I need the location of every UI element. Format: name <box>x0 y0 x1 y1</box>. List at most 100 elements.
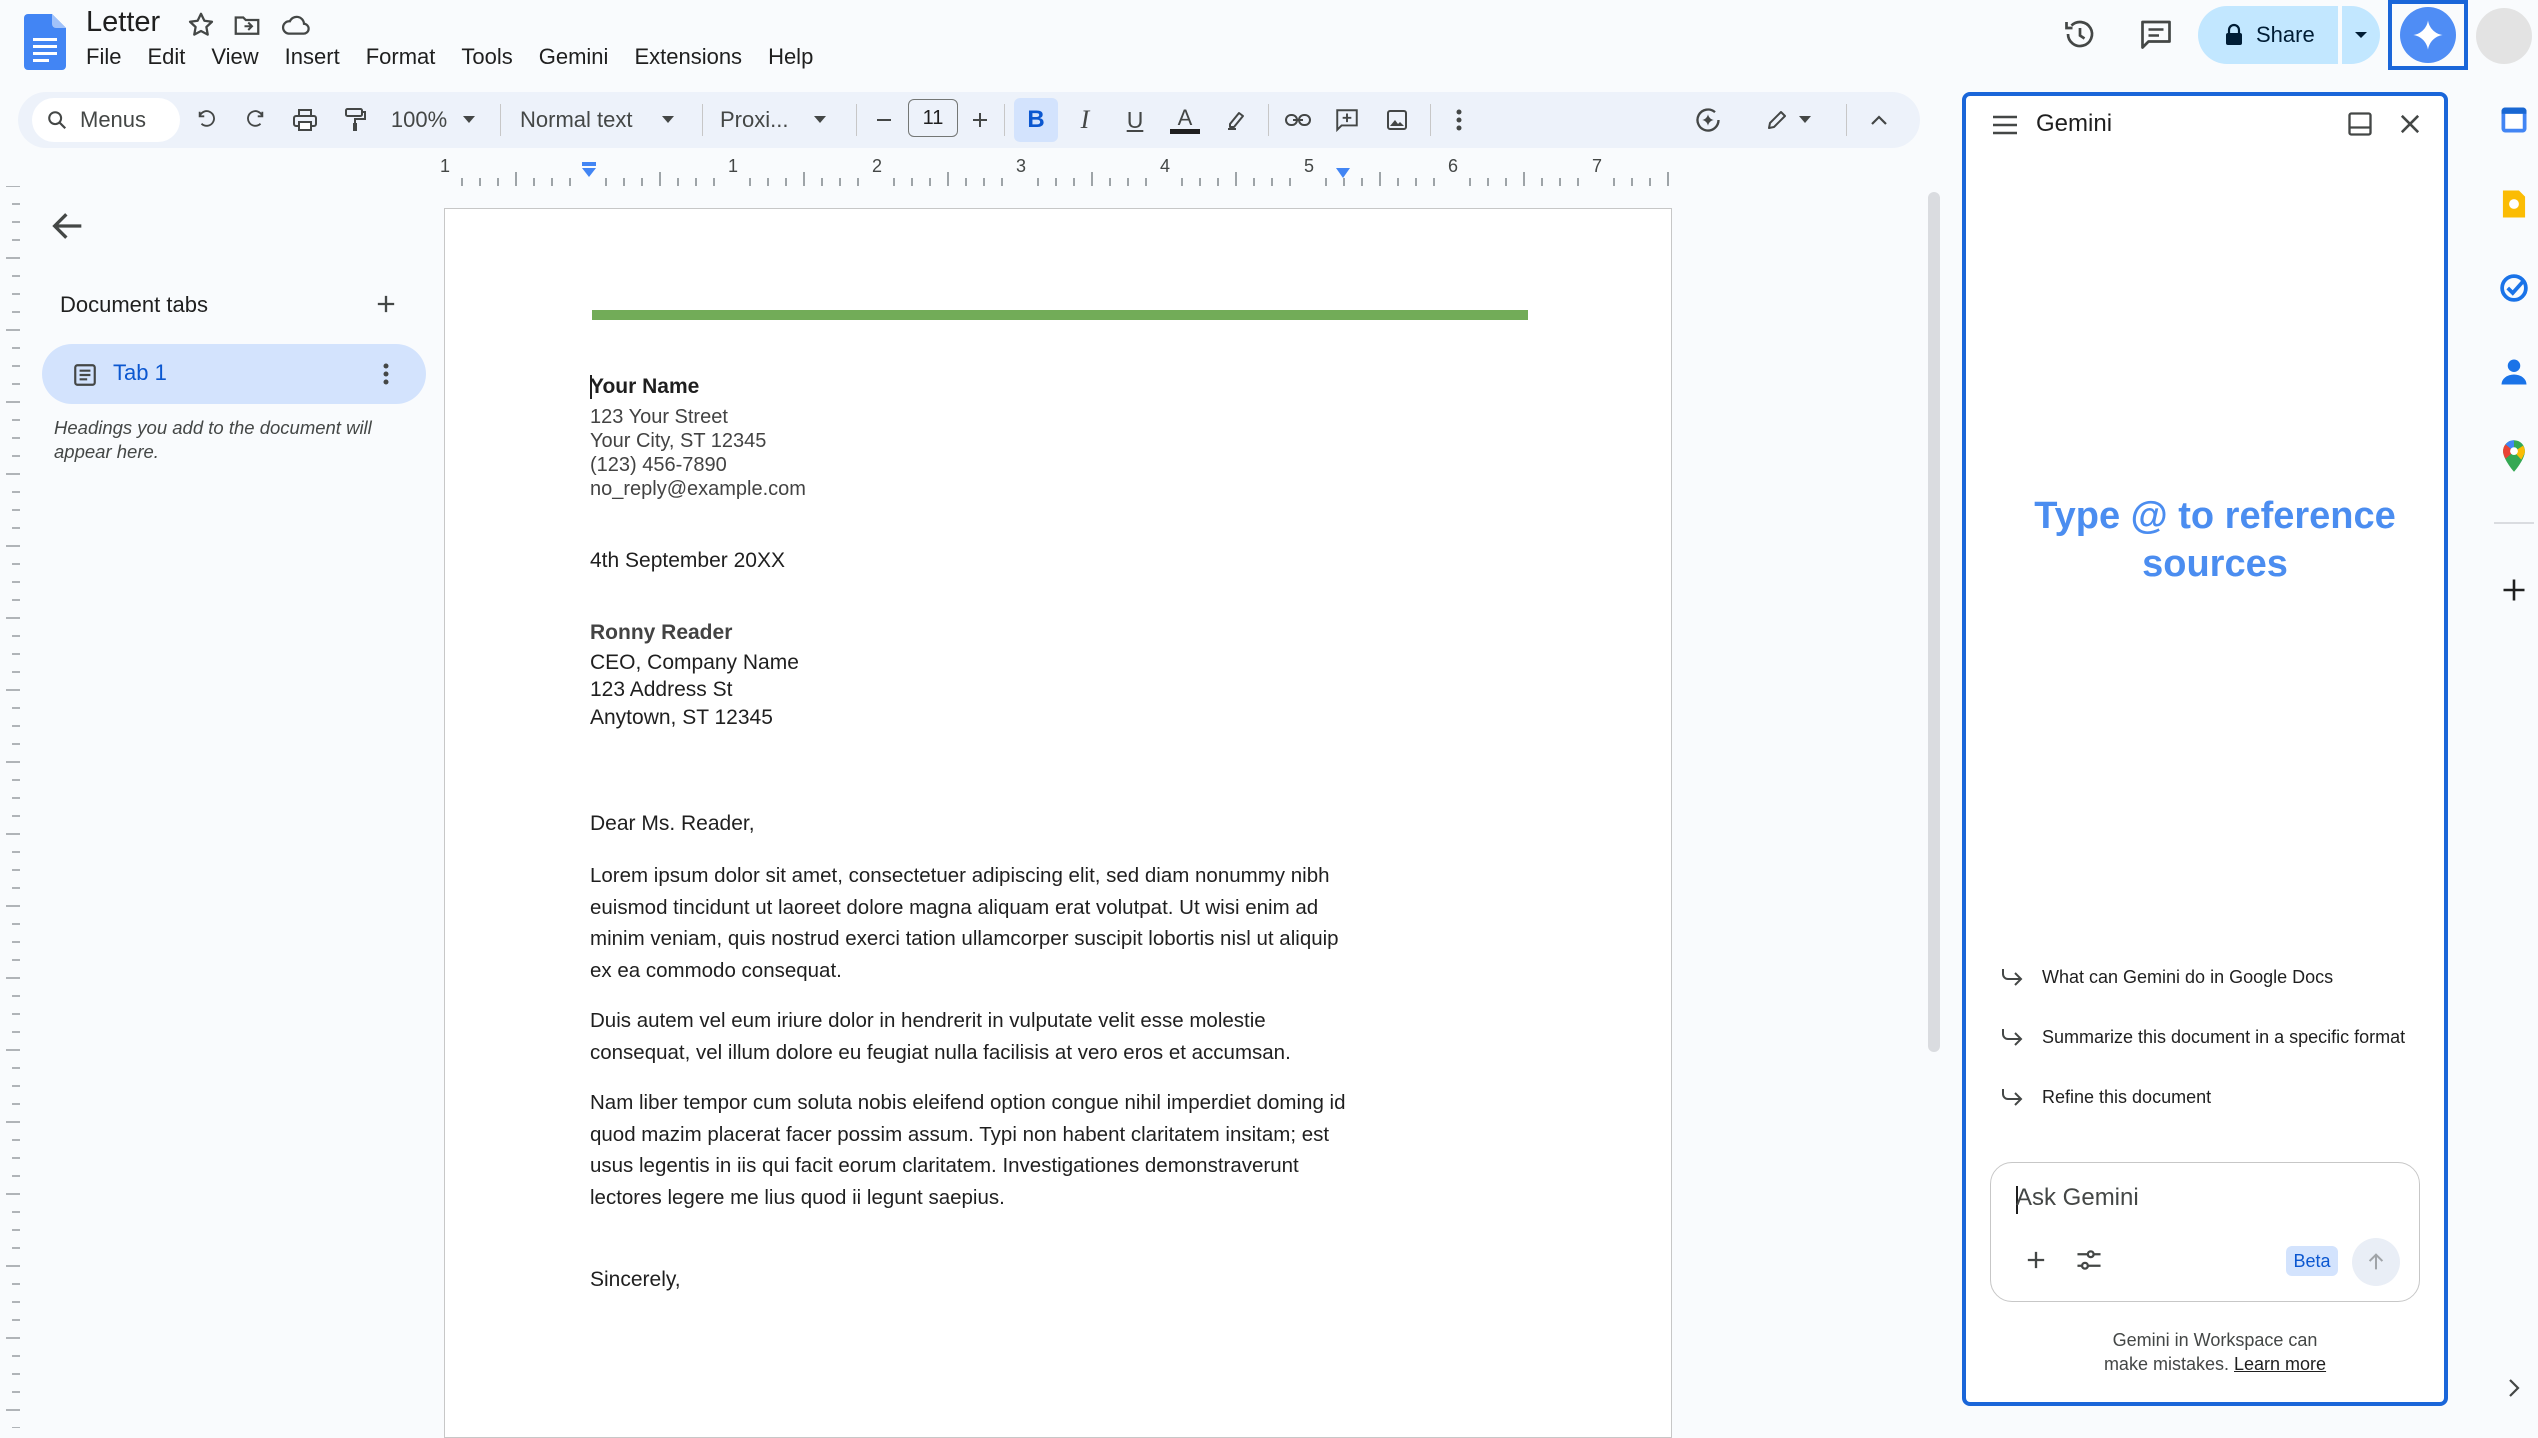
document-title[interactable]: Letter <box>86 6 160 39</box>
collapse-toolbar-icon[interactable] <box>1862 100 1896 140</box>
font-size-input[interactable]: 11 <box>908 99 958 137</box>
sender-name[interactable]: Your Name <box>590 375 699 399</box>
redo-icon[interactable] <box>240 100 270 140</box>
underline-button[interactable]: U <box>1120 100 1150 140</box>
gemini-toggle-button[interactable] <box>2388 0 2468 70</box>
tools-sliders-icon[interactable] <box>2074 1246 2104 1274</box>
right-indent-marker[interactable] <box>1334 168 1352 180</box>
share-button[interactable]: Share <box>2198 6 2338 64</box>
menu-extensions[interactable]: Extensions <box>634 44 742 70</box>
zoom-select[interactable]: 100% <box>388 100 478 140</box>
gemini-suggestion[interactable]: Refine this document <box>2000 1082 2211 1112</box>
calendar-icon[interactable] <box>2496 102 2532 138</box>
bold-button[interactable]: B <box>1014 98 1058 142</box>
hamburger-menu-icon[interactable] <box>1990 112 2022 140</box>
search-menus-button[interactable]: Menus <box>32 98 180 142</box>
paint-format-icon[interactable] <box>338 100 372 140</box>
version-history-icon[interactable] <box>2058 12 2102 56</box>
back-arrow-icon[interactable] <box>48 206 88 246</box>
left-indent-marker[interactable] <box>580 162 598 178</box>
paragraph-style-select[interactable]: Normal text <box>520 100 690 140</box>
highlight-color-icon[interactable] <box>1220 100 1252 140</box>
show-side-panel-icon[interactable] <box>2496 1370 2532 1406</box>
menu-insert[interactable]: Insert <box>285 44 340 70</box>
sender-city[interactable]: Your City, ST 12345 <box>590 429 766 453</box>
document-scrollbar[interactable] <box>1928 192 1940 1052</box>
ruler-label: 7 <box>1592 156 1603 176</box>
menu-edit[interactable]: Edit <box>147 44 185 70</box>
recipient-street[interactable]: 123 Address St <box>590 678 732 702</box>
menu-gemini[interactable]: Gemini <box>539 44 609 70</box>
maps-icon[interactable] <box>2496 438 2532 474</box>
share-dropdown-button[interactable] <box>2342 6 2380 64</box>
menu-file[interactable]: File <box>86 44 121 70</box>
get-add-ons-icon[interactable] <box>2496 572 2532 608</box>
italic-button[interactable]: I <box>1070 100 1100 140</box>
letter-date[interactable]: 4th September 20XX <box>590 549 785 573</box>
ruler-label: 5 <box>1304 156 1315 176</box>
caret-down-icon <box>662 116 675 124</box>
document-tabs-title: Document tabs <box>60 292 208 317</box>
editing-mode-select[interactable] <box>1756 100 1820 140</box>
sender-street[interactable]: 123 Your Street <box>590 405 728 429</box>
disclaimer-line: Gemini in Workspace can <box>2112 1330 2318 1350</box>
tab-item-tab1[interactable] <box>42 344 426 404</box>
recipient-title[interactable]: CEO, Company Name <box>590 651 799 675</box>
font-family-select[interactable]: Proxi... <box>720 100 840 140</box>
more-options-icon[interactable] <box>1444 100 1474 140</box>
vertical-ruler[interactable] <box>0 186 20 1428</box>
menu-help[interactable]: Help <box>768 44 813 70</box>
close-icon[interactable] <box>2396 110 2426 140</box>
pencil-icon <box>1765 108 1789 132</box>
sender-phone[interactable]: (123) 456-7890 <box>590 453 727 477</box>
add-comment-icon[interactable] <box>1330 100 1364 140</box>
gemini-suggestion[interactable]: Summarize this document in a specific fo… <box>2000 1022 2405 1052</box>
add-attachment-icon[interactable] <box>2022 1246 2050 1274</box>
salutation[interactable]: Dear Ms. Reader, <box>590 812 755 836</box>
menu-format[interactable]: Format <box>366 44 436 70</box>
comments-icon[interactable] <box>2134 12 2178 56</box>
tasks-icon[interactable] <box>2496 270 2532 306</box>
cloud-saved-icon[interactable] <box>280 10 310 40</box>
closing[interactable]: Sincerely, <box>590 1268 681 1292</box>
gemini-help-me-write-icon[interactable] <box>1690 100 1726 140</box>
send-button[interactable] <box>2352 1238 2400 1286</box>
recipient-name[interactable]: Ronny Reader <box>590 621 732 645</box>
gemini-spark-icon <box>2400 7 2456 63</box>
gemini-suggestion[interactable]: What can Gemini do in Google Docs <box>2000 962 2333 992</box>
menu-view[interactable]: View <box>211 44 258 70</box>
toolbar-divider <box>1430 104 1431 136</box>
decrease-font-size-icon[interactable] <box>870 100 898 140</box>
insert-link-icon[interactable] <box>1280 100 1316 140</box>
account-avatar[interactable] <box>2476 8 2532 64</box>
disclaimer-line: make mistakes. Learn more <box>2030 1352 2400 1376</box>
horizontal-ruler[interactable]: 1 1 2 3 4 5 6 7 <box>440 156 1670 186</box>
print-icon[interactable] <box>288 100 322 140</box>
sender-email[interactable]: no_reply@example.com <box>590 477 806 501</box>
undo-icon[interactable] <box>192 100 222 140</box>
paragraph-style-value: Normal text <box>520 107 633 132</box>
ask-gemini-input[interactable] <box>1990 1162 2420 1302</box>
recipient-city[interactable]: Anytown, ST 12345 <box>590 706 773 730</box>
ruler-label: 1 <box>440 156 451 176</box>
suggestion-label: Refine this document <box>2042 1086 2212 1107</box>
ruler-label: 2 <box>872 156 883 176</box>
menu-tools[interactable]: Tools <box>461 44 512 70</box>
body-paragraph-3[interactable]: Nam liber tempor cum soluta nobis eleife… <box>590 1087 1350 1213</box>
star-icon[interactable] <box>186 10 216 40</box>
add-tab-icon[interactable] <box>372 290 400 318</box>
dock-panel-icon[interactable] <box>2346 110 2376 140</box>
body-paragraph-1[interactable]: Lorem ipsum dolor sit amet, consectetuer… <box>590 860 1350 986</box>
move-folder-icon[interactable] <box>232 10 262 40</box>
insert-image-icon[interactable] <box>1380 100 1414 140</box>
increase-font-size-icon[interactable] <box>966 100 994 140</box>
keep-icon[interactable] <box>2496 186 2532 222</box>
disclaimer-text: make mistakes. <box>2103 1354 2229 1374</box>
contacts-icon[interactable] <box>2496 354 2532 390</box>
more-vert-icon[interactable] <box>374 360 398 388</box>
body-paragraph-2[interactable]: Duis autem vel eum iriure dolor in hendr… <box>590 1005 1350 1068</box>
text-color-button[interactable]: A <box>1168 100 1202 140</box>
learn-more-link[interactable]: Learn more <box>2234 1354 2326 1374</box>
docs-logo-icon[interactable] <box>24 14 66 70</box>
gemini-disclaimer: Gemini in Workspace can make mistakes. L… <box>2030 1328 2400 1376</box>
